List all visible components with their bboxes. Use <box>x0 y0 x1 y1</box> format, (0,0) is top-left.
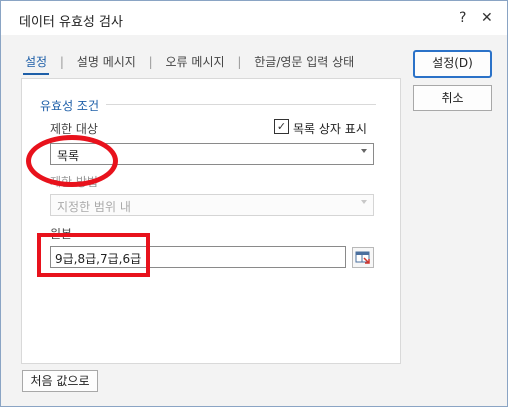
tab-settings[interactable]: 설정 <box>23 53 50 75</box>
group-title: 유효성 조건 <box>40 99 100 113</box>
chevron-down-icon <box>361 149 367 153</box>
tab-error-message[interactable]: 오류 메시지 <box>164 53 227 70</box>
title-bar: 데이터 유효성 검사 ? ✕ <box>1 1 507 35</box>
range-selector-button[interactable] <box>352 247 374 268</box>
in-cell-dropdown-checkbox[interactable]: ✓ <box>274 119 289 134</box>
dialog-title: 데이터 유효성 검사 <box>19 15 123 30</box>
close-button[interactable]: ✕ <box>481 10 493 26</box>
data-select: 지정한 범위 내 <box>50 194 374 216</box>
settings-panel: 유효성 조건 제한 대상 ✓ 목록 상자 표시 목록 제한 방법 지정한 범위 … <box>21 78 401 364</box>
tab-input-message[interactable]: 설명 메시지 <box>75 53 138 70</box>
chevron-down-icon <box>361 200 367 204</box>
ok-button[interactable]: 설정(D) <box>413 50 492 78</box>
range-select-icon <box>355 251 370 264</box>
in-cell-dropdown-label: 목록 상자 표시 <box>293 122 367 136</box>
tab-separator: | <box>59 55 64 69</box>
tab-separator: | <box>237 55 242 69</box>
help-button[interactable]: ? <box>459 10 466 26</box>
group-divider <box>106 104 376 105</box>
data-validation-dialog: 데이터 유효성 검사 ? ✕ 설정 | 설명 메시지 | 오류 메시지 | 한글… <box>0 0 508 407</box>
highlight-rectangle <box>37 233 150 277</box>
tab-strip: 설정 | 설명 메시지 | 오류 메시지 | 한글/영문 입력 상태 <box>23 53 356 75</box>
data-select-value: 지정한 범위 내 <box>57 200 131 214</box>
tab-input-mode[interactable]: 한글/영문 입력 상태 <box>252 53 356 70</box>
highlight-ellipse <box>26 135 118 187</box>
cancel-button[interactable]: 취소 <box>413 85 492 111</box>
clear-all-button[interactable]: 처음 값으로 <box>22 370 98 392</box>
tab-separator: | <box>148 55 153 69</box>
